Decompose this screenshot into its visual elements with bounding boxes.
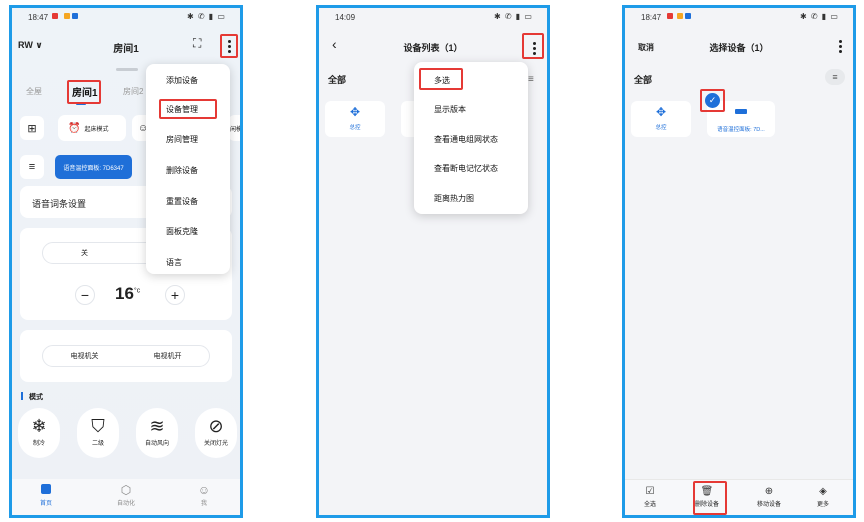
menu-add-device[interactable]: 添加设备 bbox=[146, 75, 230, 86]
menu-delete-device[interactable]: 删除设备 bbox=[146, 165, 230, 176]
notification-icon bbox=[52, 13, 58, 19]
status-icons: ✱ ✆ ▮ ▭ bbox=[186, 12, 226, 21]
menu-reset-device[interactable]: 重置设备 bbox=[146, 196, 230, 207]
mode-cool-button[interactable]: ❄ 制冷 bbox=[18, 408, 60, 458]
tv-on-option[interactable]: 电视机开 bbox=[126, 351, 209, 361]
highlight-box bbox=[220, 34, 238, 58]
more-button[interactable]: ◈ 更多 bbox=[801, 486, 845, 508]
tab-room2[interactable]: 房间2 bbox=[123, 86, 143, 97]
phone-select-device: 18:47 ✱ ✆ ▮ ▭ 取消 选择设备（1） 全部 ≡ ✥ 总控 语音温控面… bbox=[622, 5, 856, 518]
status-bar: 18:47 ✱ ✆ ▮ ▭ bbox=[12, 8, 240, 26]
list-view-icon[interactable]: ≡ bbox=[528, 74, 534, 85]
menu-room-manage[interactable]: 房间管理 bbox=[146, 134, 230, 145]
nav-me[interactable]: ☺ 我 bbox=[184, 483, 224, 507]
move-device-button[interactable]: ⊕ 移动设备 bbox=[747, 486, 791, 508]
scene-wakeup[interactable]: ⏰ 起床模式 bbox=[58, 115, 126, 141]
more-menu: 多选 显示版本 查看通电组网状态 查看断电记忆状态 距离热力图 bbox=[414, 62, 528, 214]
menu-language[interactable]: 语言 bbox=[146, 257, 230, 268]
tv-off-option[interactable]: 电视机关 bbox=[43, 351, 126, 361]
home-icon bbox=[26, 483, 66, 497]
light-off-icon: ⊘ bbox=[208, 416, 224, 436]
notification-icon bbox=[72, 13, 78, 19]
tab-whole-house[interactable]: 全屋 bbox=[26, 86, 42, 97]
mode-light-off-button[interactable]: ⊘ 关闭灯光 bbox=[195, 408, 237, 458]
status-bar: 14:09 ✱ ✆ ▮ ▭ bbox=[319, 8, 547, 26]
status-bar: 18:47 ✱ ✆ ▮ ▭ bbox=[625, 8, 853, 26]
scene-more[interactable]: 闲模 bbox=[228, 115, 243, 141]
wind-icon: ≋ bbox=[149, 416, 165, 436]
move-icon: ⊕ bbox=[764, 486, 774, 497]
device-chip[interactable]: 语音温控面板: 7D6347 bbox=[55, 155, 132, 179]
select-all-button[interactable]: ☑ 全选 bbox=[628, 486, 672, 508]
highlight-box bbox=[522, 33, 544, 59]
page-title: 设备列表（1） bbox=[403, 43, 463, 53]
menu-power-network-status[interactable]: 查看通电组网状态 bbox=[414, 134, 528, 145]
bottom-toolbar: ☑ 全选 🗑 删除设备 ⊕ 移动设备 ◈ 更多 bbox=[625, 479, 853, 515]
smile-icon: ☺ bbox=[197, 483, 211, 497]
mode-heading-bar bbox=[21, 392, 23, 400]
list-icon[interactable]: ≡ bbox=[20, 155, 44, 179]
page-title: 选择设备（1） bbox=[709, 43, 769, 53]
more-menu: 添加设备 设备管理 房间管理 删除设备 重置设备 面板克隆 语言 bbox=[146, 64, 230, 274]
layers-icon: ◈ bbox=[819, 486, 827, 497]
drag-handle[interactable] bbox=[116, 68, 138, 71]
temperature-value: 16°c bbox=[115, 284, 141, 303]
notification-icon bbox=[667, 13, 673, 19]
highlight-box bbox=[700, 89, 725, 112]
status-time: 14:09 bbox=[335, 13, 356, 22]
notification-icon bbox=[685, 13, 691, 19]
menu-distance-heatmap[interactable]: 距离热力图 bbox=[414, 193, 528, 204]
phone-home-screen: 18:47 ✱ ✆ ▮ ▭ RW ∨ 房间1 ⛶ 全屋 房间1 房间2 ⊞ ⏰ … bbox=[9, 5, 243, 518]
snowflake-icon: ❄ bbox=[31, 416, 47, 436]
master-control-icon: ✥ bbox=[655, 105, 667, 119]
grid-add-icon[interactable]: ⊞ bbox=[20, 116, 44, 140]
device-card-master[interactable]: ✥ 总控 bbox=[325, 101, 385, 137]
section-all: 全部 bbox=[328, 75, 347, 85]
more-menu-icon[interactable] bbox=[833, 37, 847, 55]
section-all: 全部 bbox=[634, 75, 653, 85]
menu-power-off-memory[interactable]: 查看断电记忆状态 bbox=[414, 163, 528, 174]
menu-show-version[interactable]: 显示版本 bbox=[414, 104, 528, 115]
power-off-option[interactable]: 关 bbox=[43, 248, 126, 258]
phone-device-list: 14:09 ✱ ✆ ▮ ▭ ‹ 设备列表（1） 全部 ≡ ✥ 总控 多选 显示版… bbox=[316, 5, 550, 518]
mode-level2-button[interactable]: ⛉ 二级 bbox=[77, 408, 119, 458]
voice-setting-label: 语音词条设置 bbox=[32, 199, 87, 209]
tv-segment[interactable]: 电视机关 电视机开 bbox=[42, 345, 210, 367]
decrease-temp-button[interactable]: − bbox=[75, 285, 95, 305]
notification-icon bbox=[677, 13, 683, 19]
highlight-box bbox=[159, 99, 217, 119]
scan-icon[interactable]: ⛶ bbox=[193, 36, 201, 51]
highlight-box bbox=[693, 481, 727, 515]
list-view-icon[interactable]: ≡ bbox=[825, 69, 845, 85]
highlight-box bbox=[67, 80, 101, 104]
status-time: 18:47 bbox=[28, 13, 49, 22]
page-title: 房间1 bbox=[113, 44, 139, 55]
menu-panel-clone[interactable]: 面板克隆 bbox=[146, 226, 230, 237]
bottom-navigation: 首页 ⬡ 自动化 ☺ 我 bbox=[12, 479, 240, 515]
select-all-icon: ☑ bbox=[645, 486, 655, 497]
cube-icon: ⬡ bbox=[120, 483, 132, 497]
highlight-box bbox=[419, 68, 463, 90]
status-time: 18:47 bbox=[641, 13, 662, 22]
alarm-icon: ⏰ bbox=[68, 122, 81, 134]
mode-heading: 模式 bbox=[21, 392, 43, 402]
device-card-master[interactable]: ✥ 总控 bbox=[631, 101, 691, 137]
shield-icon: ⛉ bbox=[91, 416, 105, 436]
tv-card: 电视机关 电视机开 bbox=[20, 330, 232, 382]
scene-more-label: 闲模 bbox=[230, 126, 243, 133]
thermostat-panel-icon bbox=[735, 101, 747, 118]
status-icons: ✱ ✆ ▮ ▭ bbox=[799, 12, 839, 21]
nav-automation[interactable]: ⬡ 自动化 bbox=[106, 483, 146, 507]
mode-auto-wind-button[interactable]: ≋ 自动风向 bbox=[136, 408, 178, 458]
master-control-icon: ✥ bbox=[349, 105, 361, 119]
increase-temp-button[interactable]: + bbox=[165, 285, 185, 305]
status-icons: ✱ ✆ ▮ ▭ bbox=[493, 12, 533, 21]
nav-home[interactable]: 首页 bbox=[26, 483, 66, 507]
notification-icon bbox=[64, 13, 70, 19]
